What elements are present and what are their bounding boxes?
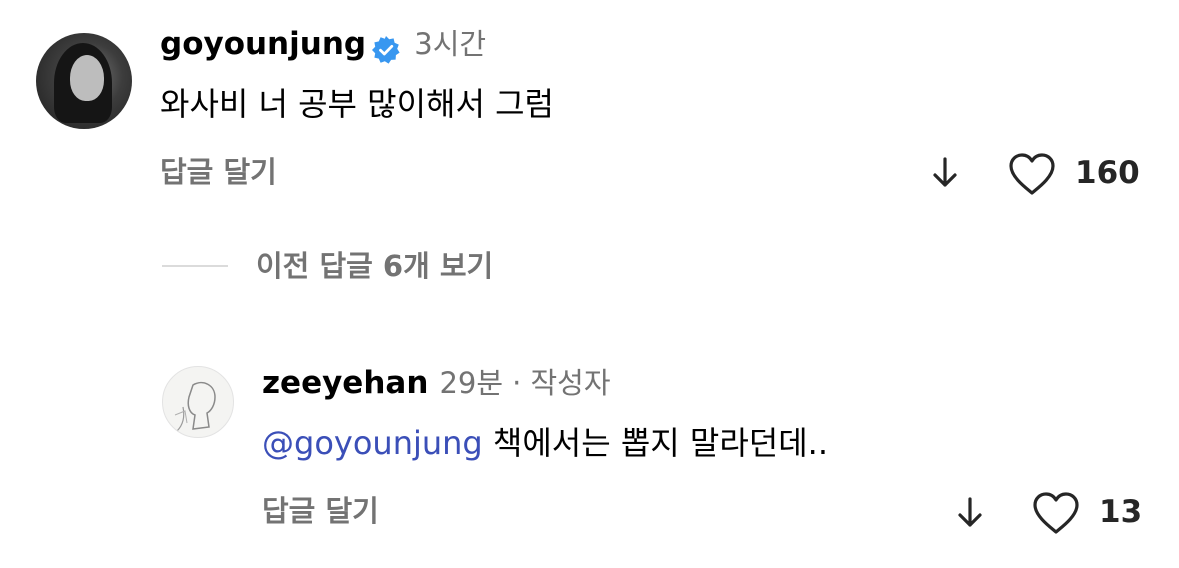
author-badge: 작성자 — [530, 366, 611, 400]
comment-header: zeeyehan 29분 · 작성자 — [262, 363, 611, 403]
arrow-down-icon[interactable] — [928, 156, 962, 190]
view-previous-replies-button[interactable]: 이전 답글 6개 보기 — [256, 246, 493, 286]
verified-badge-icon — [371, 35, 401, 65]
comment-text: 와사비 너 공부 많이해서 그럼 — [160, 85, 554, 123]
heart-outline-icon[interactable] — [1007, 152, 1057, 196]
comment-time: 3시간 — [414, 27, 487, 61]
comment-header: goyounjung 3시간 — [160, 24, 486, 65]
mention-link[interactable]: @goyounjung — [262, 424, 483, 462]
avatar[interactable] — [162, 366, 234, 438]
username[interactable]: goyounjung — [160, 26, 366, 62]
reply-button[interactable]: 답글 달기 — [262, 491, 379, 531]
arrow-down-icon[interactable] — [953, 496, 987, 530]
reply-button[interactable]: 답글 달기 — [160, 152, 277, 192]
like-count: 13 — [1099, 494, 1143, 530]
like-count: 160 — [1075, 155, 1140, 191]
heart-outline-icon[interactable] — [1031, 491, 1081, 535]
comment-text: 책에서는 뽑지 말라던데.. — [492, 424, 828, 462]
meta-separator: · — [512, 366, 522, 400]
comment-time: 29분 — [439, 366, 504, 400]
comment-text-row: @goyounjung 책에서는 뽑지 말라던데.. — [262, 421, 828, 465]
thread-divider — [162, 265, 228, 267]
avatar[interactable] — [36, 33, 132, 129]
username[interactable]: zeeyehan — [262, 365, 428, 401]
